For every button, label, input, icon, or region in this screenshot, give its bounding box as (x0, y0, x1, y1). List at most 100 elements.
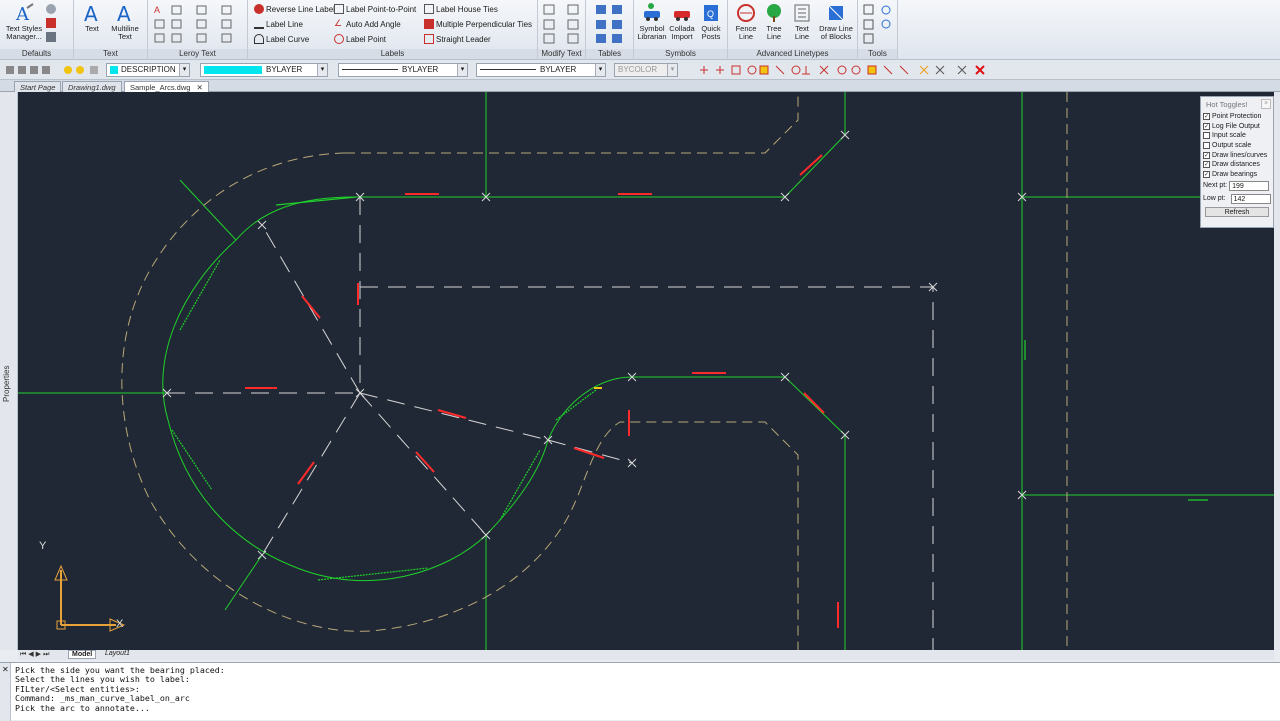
tables-tools-icon[interactable] (592, 3, 628, 45)
hot-toggles-options: ✓ Point Protection ✓ Log File Output Input… (1201, 112, 1273, 179)
fence-line-button[interactable]: Fence Line (732, 2, 760, 41)
close-icon[interactable]: ✕ (2, 665, 9, 674)
close-icon[interactable]: × (1261, 99, 1271, 109)
toggle-log-file-output[interactable]: ✓ Log File Output (1201, 122, 1273, 132)
text-styles-manager-label: Text Styles Manager... (5, 24, 43, 41)
auto-add-angle-text: Auto Add Angle (346, 19, 401, 29)
layer-select[interactable]: DESCRIPTION ▾ (106, 63, 190, 77)
toggle-draw-distances[interactable]: ✓ Draw distances (1201, 160, 1273, 170)
label-curve-button[interactable]: Label Curve (254, 34, 309, 44)
label-point-button[interactable]: Label Point (334, 34, 386, 44)
tree-line-button[interactable]: Tree Line (760, 2, 788, 41)
symbol-librarian-button[interactable]: Symbol Librarian (636, 2, 668, 41)
text-styles-icon: A (15, 3, 34, 24)
linetype-preview (342, 69, 398, 71)
close-icon[interactable]: ✕ (196, 83, 202, 92)
ribbon: A Text Styles Manager... Defaults A Text… (0, 0, 1280, 60)
ribbon-group-labels: Reverse Line Label Label Point-to-Point … (248, 0, 538, 60)
tab-drawing1[interactable]: Drawing1.dwg (62, 81, 122, 92)
reverse-line-label-icon (254, 4, 264, 14)
collada-import-button[interactable]: Collada Import (668, 2, 696, 41)
color-select[interactable]: BYLAYER ▾ (200, 63, 328, 77)
label-house-ties-button[interactable]: Label House Ties (424, 4, 498, 14)
low-pt-label: Low pt: (1203, 195, 1226, 203)
blocks-icon (828, 5, 844, 21)
point-icon (334, 34, 344, 44)
text-styles-manager-button[interactable]: A Text Styles Manager... (4, 2, 44, 41)
toggle-label: Draw bearings (1212, 170, 1258, 178)
right-scrollbar[interactable] (1274, 92, 1280, 650)
svg-text:A: A (84, 2, 98, 24)
checkbox-icon: ✓ (1203, 151, 1210, 159)
hot-toggles-panel: Hot Toggles! × ✓ Point Protection ✓ Log Fi… (1200, 96, 1274, 228)
lineweight-select[interactable]: BYLAYER ▾ (476, 63, 606, 77)
checkbox-icon: ✓ (1203, 113, 1210, 121)
leader-icon (424, 34, 434, 44)
drawing-canvas[interactable]: Y X (18, 92, 1274, 650)
tab-model[interactable]: Model (68, 650, 97, 659)
tab-sample-arcs[interactable]: Sample_Arcs.dwg ✕ (124, 81, 209, 92)
group-title-modify-text: Modify Text (538, 49, 585, 59)
chevron-down-icon: ▾ (595, 64, 605, 76)
layer-tools-icons[interactable] (6, 64, 106, 76)
quick-posts-button[interactable]: Q Quick Posts (696, 2, 726, 41)
layout-nav-arrows-icon[interactable]: ⏮◀▶⏭ (20, 650, 51, 659)
lineweight-value: BYLAYER (540, 65, 577, 74)
command-prompt: Pick the arc to annotate... (15, 702, 150, 713)
gear-icon[interactable] (46, 4, 56, 14)
toggle-draw-lines-curves[interactable]: ✓ Draw lines/curves (1201, 150, 1273, 160)
reverse-line-label-button[interactable]: Reverse Line Label (254, 4, 335, 14)
straight-leader-button[interactable]: Straight Leader (424, 34, 491, 44)
ucs-x-label: X (116, 618, 124, 630)
offset-dashed-lines (121, 92, 799, 650)
snap-tools-icons[interactable] (696, 63, 996, 77)
text-line-button[interactable]: Text Line (788, 2, 816, 41)
toggle-label: Draw distances (1212, 161, 1260, 169)
group-title-advanced-linetypes: Advanced Linetypes (728, 49, 857, 59)
ribbon-group-tables: Tables (586, 0, 634, 60)
tools-icons[interactable] (862, 3, 894, 45)
label-point-to-point-button[interactable]: Label Point-to-Point (334, 4, 416, 14)
auto-add-angle-button[interactable]: ∠ Auto Add Angle (334, 19, 401, 29)
label-point-to-point-icon (334, 4, 344, 14)
bearing-labels (245, 154, 839, 628)
centerline-dashed (167, 197, 934, 650)
label-house-ties-text: Label House Ties (436, 4, 498, 14)
ribbon-group-leroy-text: A Leroy Text (148, 0, 248, 60)
toggle-label: Draw lines/curves (1212, 151, 1268, 159)
toggle-output-scale[interactable]: Output scale (1201, 141, 1273, 151)
multiline-text-label: Multiline Text (111, 24, 139, 41)
refresh-button[interactable]: Refresh (1205, 207, 1269, 218)
modify-text-tools-icon[interactable] (542, 3, 584, 45)
label-point-text: Label Point (346, 34, 387, 44)
text-button[interactable]: A Text (78, 2, 106, 33)
leroy-text-tools-icon[interactable]: A (152, 3, 244, 45)
straight-leader-text: Straight Leader (436, 34, 491, 44)
svg-text:A: A (117, 2, 131, 24)
command-line[interactable]: ✕ Pick the side you want the bearing pla… (0, 662, 1280, 721)
group-title-symbols: Symbols (634, 49, 727, 59)
toggle-point-protection[interactable]: ✓ Point Protection (1201, 112, 1273, 122)
toggle-input-scale[interactable]: Input scale (1201, 131, 1273, 141)
multiple-perpendicular-ties-button[interactable]: Multiple Perpendicular Ties (424, 19, 532, 29)
style-icon[interactable] (46, 32, 56, 42)
ribbon-group-text: A Text A Multiline Text Text (74, 0, 148, 60)
text-color-icon[interactable] (46, 18, 56, 28)
tab-sample-arcs-label: Sample_Arcs.dwg (130, 83, 191, 92)
next-pt-input[interactable]: 199 (1229, 180, 1270, 191)
multiline-text-button[interactable]: A Multiline Text (106, 2, 144, 41)
draw-line-of-blocks-button[interactable]: Draw Line of Blocks (816, 2, 856, 41)
tab-layout1[interactable]: Layout1 (102, 650, 133, 657)
command-line-gutter: ✕ (0, 663, 11, 721)
ribbon-group-symbols: Symbol Librarian Collada Import Q Quick … (634, 0, 728, 60)
tab-start-page[interactable]: Start Page (14, 81, 62, 92)
symbol-librarian-label: Symbol Librarian (637, 24, 667, 41)
plotstyle-select[interactable]: BYCOLOR ▾ (614, 63, 678, 77)
chevron-down-icon: ▾ (667, 64, 677, 76)
toggle-draw-bearings[interactable]: ✓ Draw bearings (1201, 170, 1273, 180)
linetype-select[interactable]: BYLAYER ▾ (338, 63, 468, 77)
low-pt-input[interactable]: 142 (1230, 193, 1271, 204)
fence-line-label: Fence Line (735, 24, 757, 41)
label-line-button[interactable]: Label Line (254, 19, 303, 29)
properties-side-panel[interactable]: Properties (0, 92, 18, 650)
